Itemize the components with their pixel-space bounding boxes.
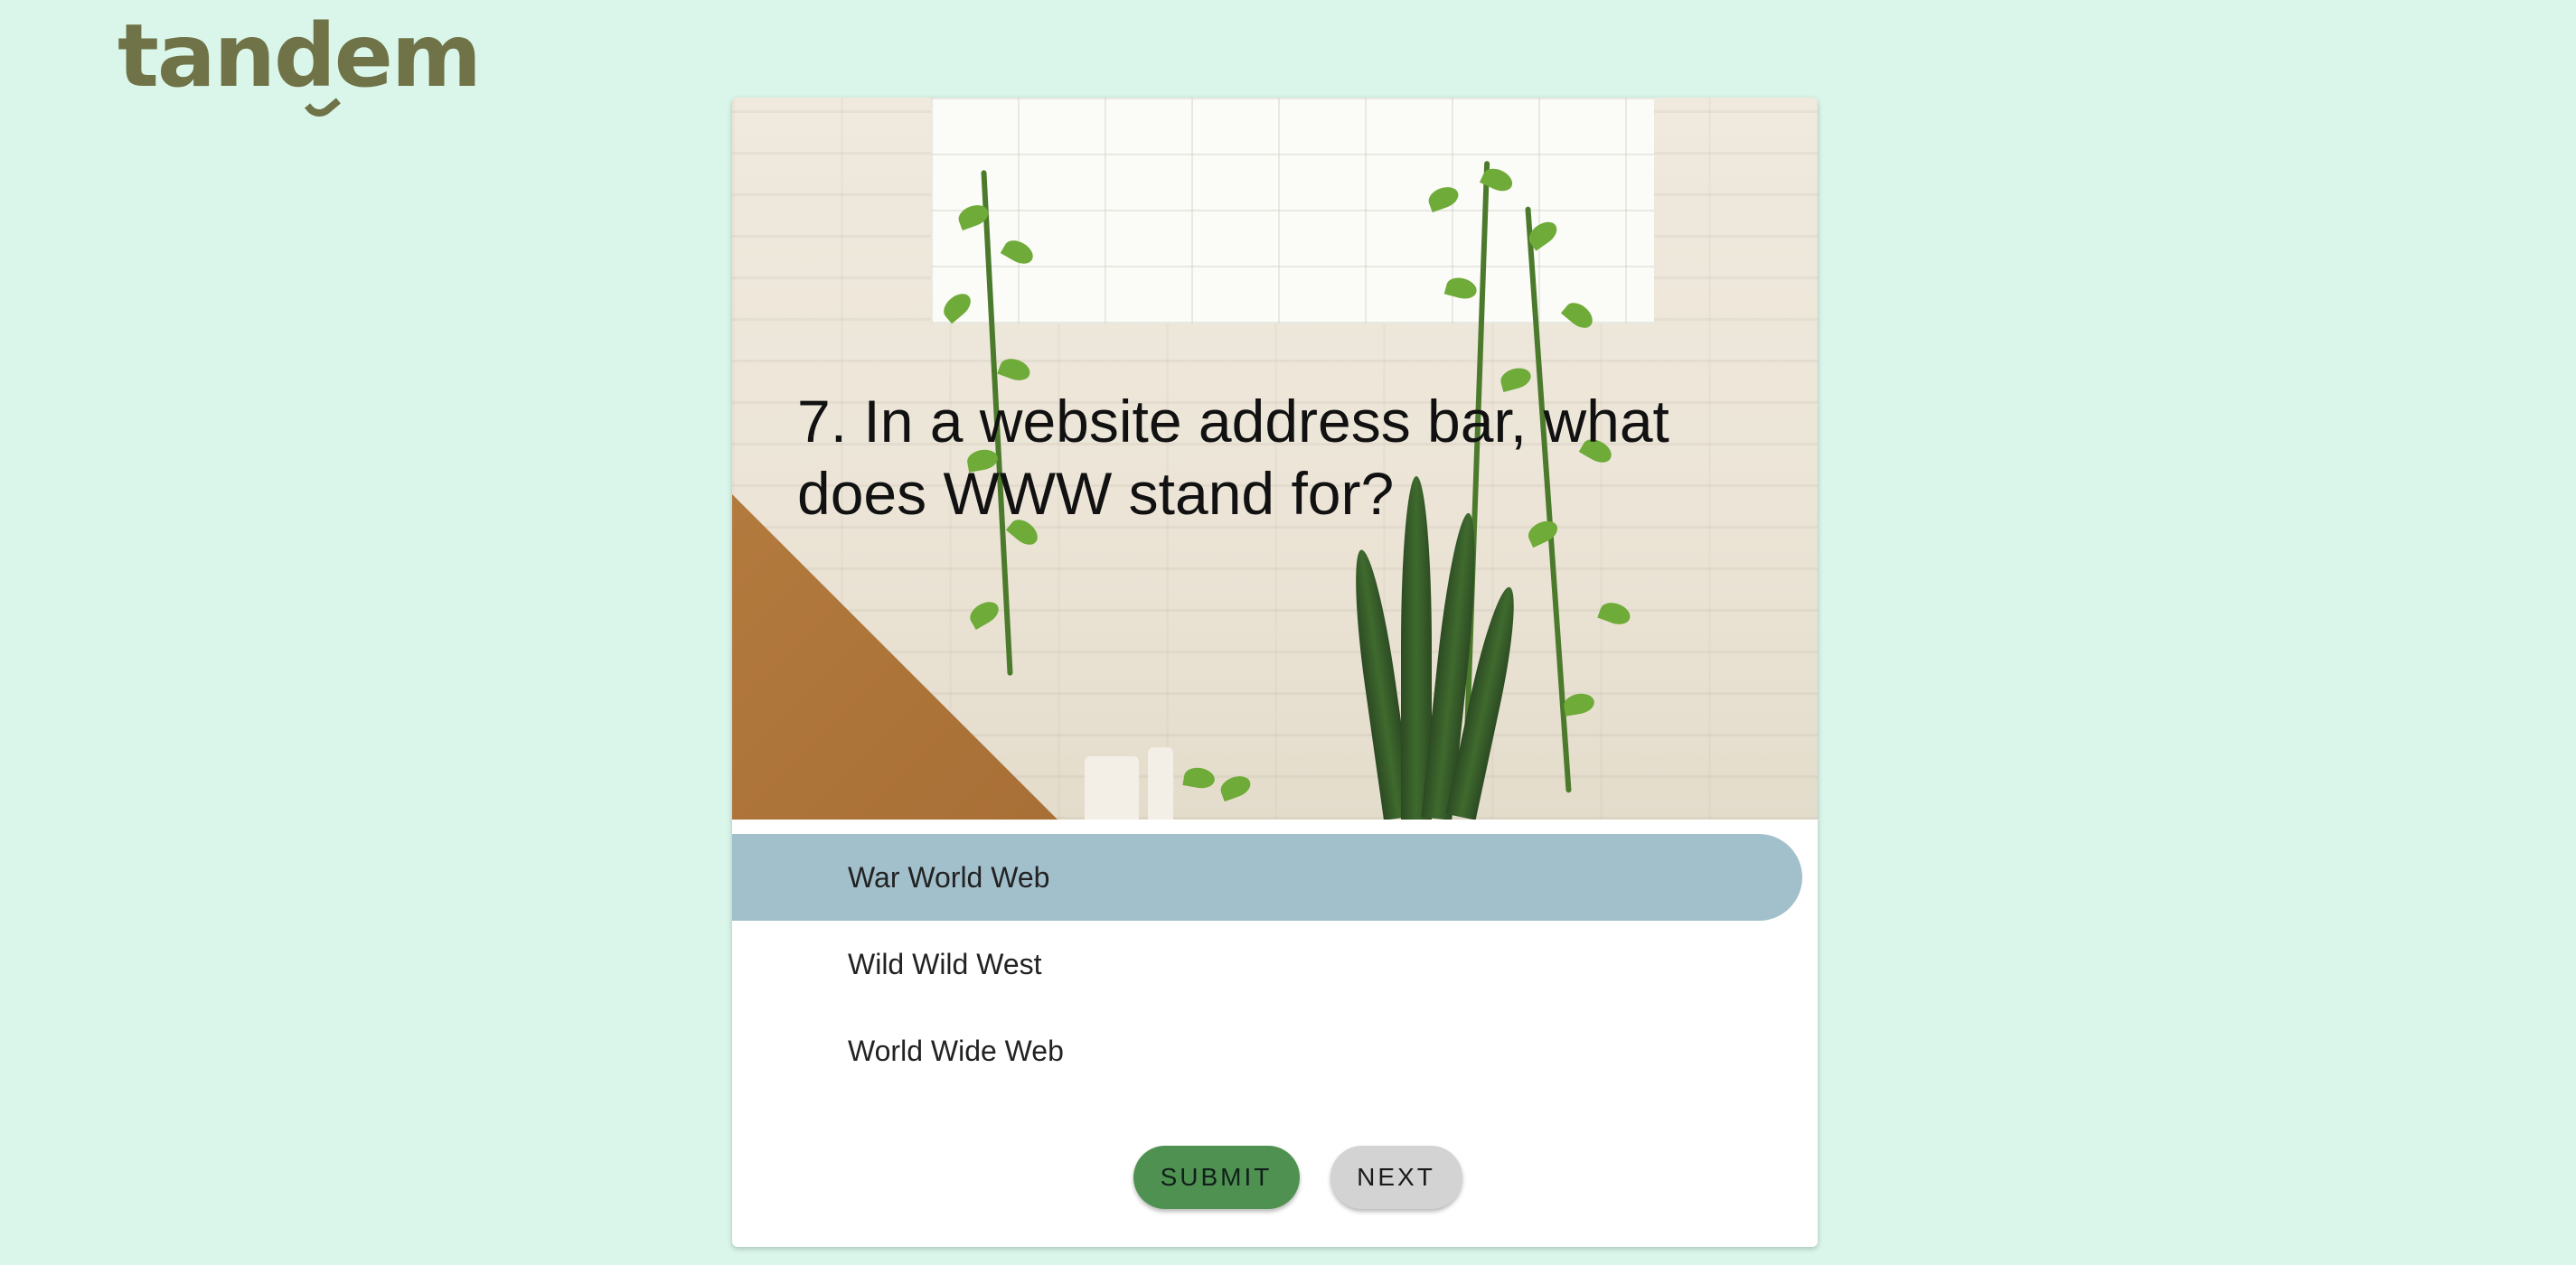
option-label: World Wide Web [848,1034,1064,1067]
tandem-logo[interactable]: tandem [118,13,482,124]
answer-options: War World Web Wild Wild West World Wide … [732,820,1818,1094]
option-label: War World Web [848,860,1050,894]
option-wild-wild-west[interactable]: Wild Wild West [732,921,1802,1007]
window-image-detail [931,98,1654,323]
submit-button[interactable]: SUBMIT [1133,1146,1300,1209]
logo-text: tandem [118,5,482,107]
option-war-world-web[interactable]: War World Web [732,834,1802,921]
quiz-card: 7. In a website address bar, what does W… [732,98,1818,1247]
question-image: 7. In a website address bar, what does W… [732,98,1818,820]
question-text: 7. In a website address bar, what does W… [797,388,1669,527]
quiz-actions: SUBMIT NEXT [732,1146,1818,1209]
option-world-wide-web[interactable]: World Wide Web [732,1007,1802,1094]
next-button[interactable]: NEXT [1330,1146,1462,1209]
option-label: Wild Wild West [848,947,1042,980]
